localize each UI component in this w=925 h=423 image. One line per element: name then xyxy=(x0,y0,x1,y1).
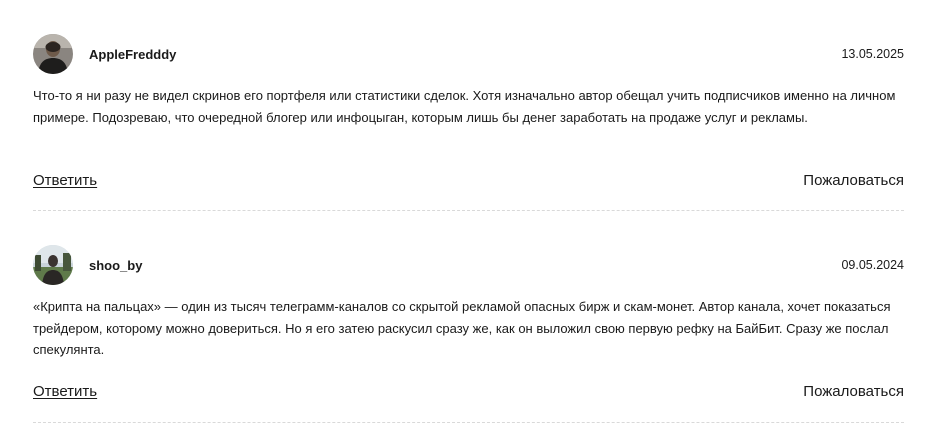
comment-username: AppleFredddy xyxy=(89,46,177,62)
comment-header: AppleFredddy 13.05.2025 xyxy=(33,34,904,74)
report-link[interactable]: Пожаловаться xyxy=(803,172,904,189)
reply-link[interactable]: Ответить xyxy=(33,172,97,189)
user-photo-avatar-icon xyxy=(33,245,73,285)
comment-header: shoo_by 09.05.2024 xyxy=(33,245,904,285)
comment-text: «Крипта на пальцах» — один из тысяч теле… xyxy=(33,299,891,357)
comments-list: AppleFredddy 13.05.2025 Что-то я ни разу… xyxy=(33,0,904,423)
comment-text: Что-то я ни разу не видел скринов его по… xyxy=(33,88,896,125)
comment-item: AppleFredddy 13.05.2025 Что-то я ни разу… xyxy=(33,0,904,211)
comment-username: shoo_by xyxy=(89,257,143,273)
comment-actions: Ответить Пожаловаться xyxy=(33,172,904,189)
comment-actions: Ответить Пожаловаться xyxy=(33,383,904,400)
comment-item: shoo_by 09.05.2024 «Крипта на пальцах» —… xyxy=(33,211,904,423)
user-photo-avatar-icon xyxy=(33,34,73,74)
comment-date: 13.05.2025 xyxy=(841,47,904,61)
reply-link[interactable]: Ответить xyxy=(33,383,97,400)
avatar[interactable] xyxy=(33,245,73,285)
report-link[interactable]: Пожаловаться xyxy=(803,383,904,400)
comment-date: 09.05.2024 xyxy=(841,258,904,272)
avatar[interactable] xyxy=(33,34,73,74)
